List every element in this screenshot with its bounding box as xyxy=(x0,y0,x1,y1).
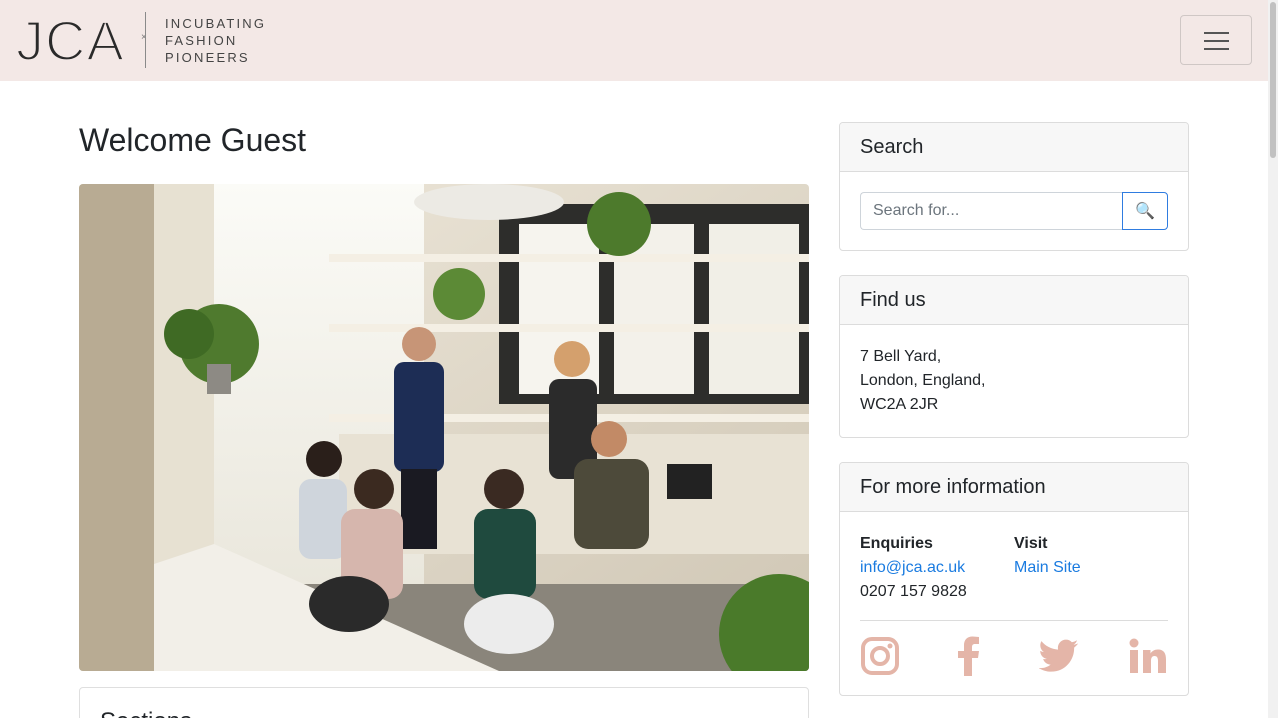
address-block: 7 Bell Yard, London, England, WC2A 2JR xyxy=(840,325,1188,437)
hamburger-icon-bar xyxy=(1204,48,1229,50)
email-link[interactable]: info@jca.ac.uk xyxy=(860,556,1014,580)
instagram-icon[interactable] xyxy=(860,636,900,676)
office-meeting-photo xyxy=(79,184,809,671)
sections-title: Sections xyxy=(100,708,192,718)
logo-tagline: INCUBATING FASHION PIONEERS xyxy=(165,15,266,66)
visit-label: Visit xyxy=(1014,535,1048,552)
svg-text:JCA: JCA xyxy=(16,12,125,68)
search-card-title: Search xyxy=(840,123,1188,172)
hamburger-icon-bar xyxy=(1204,40,1229,42)
logo-divider xyxy=(145,12,146,68)
jca-logo-mark: JCA xyxy=(16,12,125,68)
page-title: Welcome Guest xyxy=(79,122,307,158)
address-line-2: London, England, xyxy=(860,372,986,389)
visit-column: Visit Main Site xyxy=(1014,532,1168,604)
tagline-line-3: PIONEERS xyxy=(165,50,250,65)
address-line-1: 7 Bell Yard, xyxy=(860,348,942,365)
enquiries-column: Enquiries info@jca.ac.uk 0207 157 9828 xyxy=(860,532,1014,604)
linkedin-icon[interactable] xyxy=(1128,636,1168,676)
search-card-body: 🔍 xyxy=(840,172,1188,250)
search-icon: 🔍 xyxy=(1135,203,1156,220)
phone-number: 0207 157 9828 xyxy=(860,583,967,600)
main-site-link[interactable]: Main Site xyxy=(1014,556,1168,580)
facebook-icon[interactable] xyxy=(949,636,989,676)
divider xyxy=(860,620,1168,621)
search-form: 🔍 xyxy=(860,192,1168,230)
more-info-card: For more information Enquiries info@jca.… xyxy=(839,462,1189,696)
more-info-title: For more information xyxy=(840,463,1188,512)
tagline-line-2: FASHION xyxy=(165,33,238,48)
sections-card: Sections xyxy=(79,687,809,718)
address-line-3: WC2A 2JR xyxy=(860,396,939,413)
find-us-title: Find us xyxy=(840,276,1188,325)
enquiries-label: Enquiries xyxy=(860,535,933,552)
scrollbar-thumb[interactable] xyxy=(1270,2,1276,158)
search-card: Search 🔍 xyxy=(839,122,1189,251)
search-button[interactable]: 🔍 xyxy=(1122,192,1168,230)
tagline-line-1: INCUBATING xyxy=(165,16,267,31)
jca-logo[interactable]: JCA × INCUBATING FASHION PIONEERS xyxy=(16,12,264,68)
page-scrollbar[interactable] xyxy=(1268,0,1278,718)
menu-toggle-button[interactable] xyxy=(1180,15,1252,65)
hero-image xyxy=(79,184,809,671)
search-input[interactable] xyxy=(860,192,1123,230)
hamburger-icon xyxy=(1204,32,1229,34)
twitter-icon[interactable] xyxy=(1038,636,1079,676)
social-links xyxy=(860,635,1168,677)
top-navbar: JCA × INCUBATING FASHION PIONEERS xyxy=(0,0,1268,81)
more-info-body: Enquiries info@jca.ac.uk 0207 157 9828 V… xyxy=(840,512,1188,695)
find-us-card: Find us 7 Bell Yard, London, England, WC… xyxy=(839,275,1189,438)
